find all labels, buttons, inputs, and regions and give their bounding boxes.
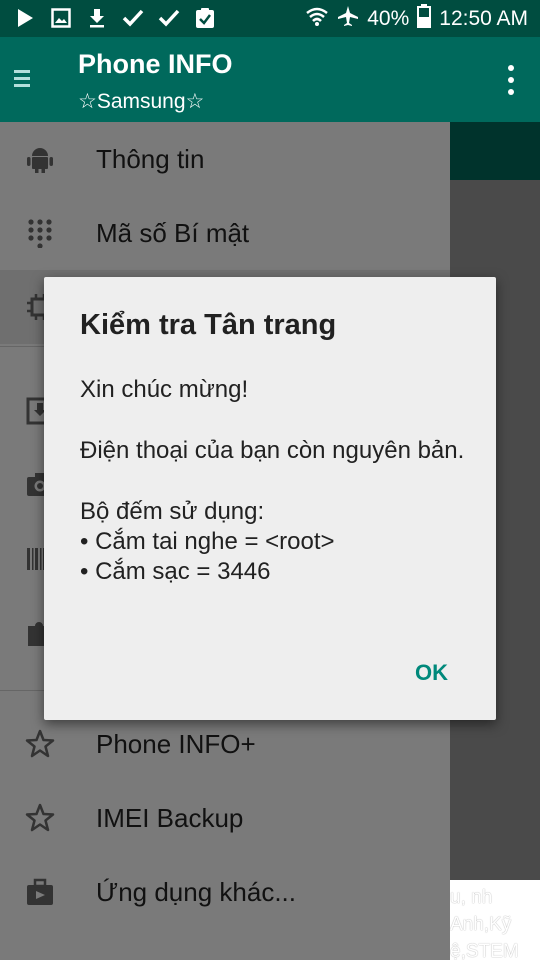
wifi-icon [305,5,329,33]
check-icon [158,7,180,29]
dialpad-icon [24,217,56,249]
drawer-item-secret-codes[interactable]: Mã số Bí mật [0,196,450,270]
app-bar: Phone INFO ☆Samsung☆ [0,37,540,122]
battery-percent: 40% [367,7,410,30]
image-icon [50,7,72,29]
refurbish-check-dialog: Kiểm tra Tân trang Xin chúc mừng! Điện t… [44,277,496,720]
dialog-congrats: Xin chúc mừng! [80,376,249,403]
clock: 12:50 AM [439,7,528,30]
status-bar: 40% 12:50 AM [0,0,540,37]
ad-line-1: u, nh [450,887,493,908]
star-outline-icon [24,728,56,760]
status-right: 40% 12:50 AM [305,4,528,34]
drawer-item-other-apps[interactable]: Ứng dụng khác... [0,855,450,929]
drawer-item-info[interactable]: Thông tin [0,122,450,196]
dialog-body: Xin chúc mừng! Điện thoại của bạn còn ng… [80,375,470,587]
check-icon [122,7,144,29]
clipboard-check-icon [194,7,216,29]
dialog-message: Điện thoại của bạn còn nguyên bản. [80,437,465,464]
airplane-icon [337,5,359,33]
play-icon [14,7,36,29]
android-icon [24,143,56,175]
drawer-item-label: Thông tin [96,144,205,174]
dialog-title: Kiểm tra Tân trang [80,309,337,341]
download-icon [86,7,108,29]
dialog-counter-headphones: • Cắm tai nghe = <root> [80,528,335,555]
app-subtitle: ☆Samsung☆ [78,90,205,113]
drawer-item-imei-backup[interactable]: IMEI Backup [0,781,450,855]
ad-line-2: Anh,Kỹ [450,914,512,935]
ad-banner[interactable]: u, nh Anh,Kỹ ệ,STEM [450,880,540,960]
app-title: Phone INFO [78,49,233,79]
hamburger-menu-icon[interactable] [12,66,38,92]
drawer-item-label: Ứng dụng khác... [96,877,297,907]
dialog-counter-heading: Bộ đếm sử dụng: [80,498,265,525]
star-outline-icon [24,802,56,834]
battery-icon [417,4,432,34]
ok-button[interactable]: OK [415,660,448,686]
ad-line-3: ệ,STEM [450,941,519,960]
main-tab-bar-dimmed [450,122,540,180]
drawer-item-label: Phone INFO+ [96,729,256,759]
dialog-counter-charging: • Cắm sạc = 3446 [80,558,271,585]
notification-icons [14,7,216,29]
briefcase-icon [24,876,56,908]
more-vert-icon[interactable] [504,65,518,95]
drawer-item-label: Mã số Bí mật [96,218,250,248]
drawer-item-label: IMEI Backup [96,803,244,833]
